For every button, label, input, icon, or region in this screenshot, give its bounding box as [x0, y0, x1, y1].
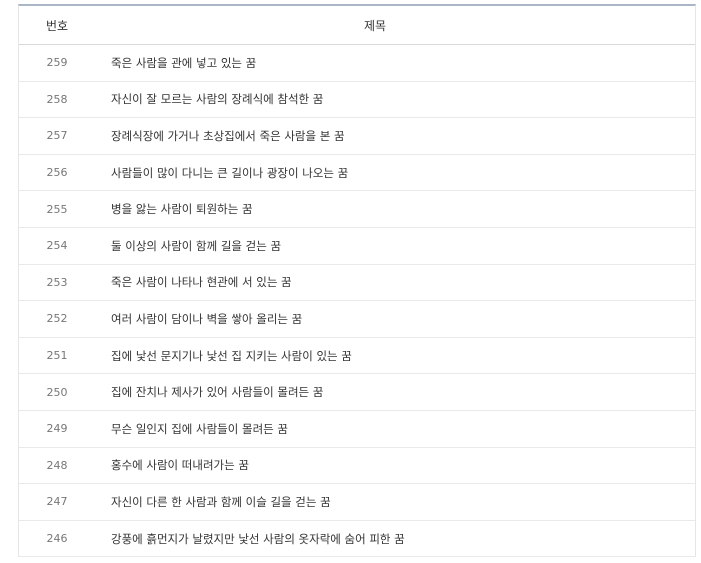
- table-row[interactable]: 247 자신이 다른 한 사람과 함께 이슬 길을 걷는 꿈: [19, 484, 695, 521]
- table-row[interactable]: 257 장례식장에 가거나 초상집에서 죽은 사람을 본 꿈: [19, 118, 695, 155]
- header-number: 번호: [45, 18, 69, 33]
- row-title-link[interactable]: 무슨 일인지 집에 사람들이 몰려든 꿈: [95, 421, 695, 437]
- row-number: 255: [46, 202, 68, 216]
- table-row[interactable]: 246 강풍에 흙먼지가 날렸지만 낯선 사람의 옷자락에 숨어 피한 꿈: [19, 521, 695, 558]
- row-number: 251: [46, 349, 68, 363]
- row-title-link[interactable]: 자신이 다른 한 사람과 함께 이슬 길을 걷는 꿈: [95, 494, 695, 510]
- row-title-link[interactable]: 강풍에 흙먼지가 날렸지만 낯선 사람의 옷자락에 숨어 피한 꿈: [95, 531, 695, 547]
- row-title-link[interactable]: 집에 낯선 문지기나 낯선 집 지키는 사람이 있는 꿈: [95, 348, 695, 364]
- table-header: 번호 제목: [19, 6, 695, 45]
- row-number: 249: [46, 422, 68, 436]
- row-number: 246: [46, 532, 68, 546]
- row-title-link[interactable]: 병을 앓는 사람이 퇴원하는 꿈: [95, 201, 695, 217]
- table-row[interactable]: 255 병을 앓는 사람이 퇴원하는 꿈: [19, 191, 695, 228]
- table-row[interactable]: 250 집에 잔치나 제사가 있어 사람들이 몰려든 꿈: [19, 374, 695, 411]
- header-title: 제목: [363, 18, 387, 33]
- table-row[interactable]: 248 홍수에 사람이 떠내려가는 꿈: [19, 448, 695, 485]
- row-number: 259: [46, 56, 68, 70]
- row-number: 253: [46, 275, 68, 289]
- table-row[interactable]: 258 자신이 잘 모르는 사람의 장례식에 참석한 꿈: [19, 82, 695, 119]
- row-number: 257: [46, 129, 68, 143]
- row-number: 248: [46, 458, 68, 472]
- row-number: 247: [46, 495, 68, 509]
- table-row[interactable]: 252 여러 사람이 담이나 벽을 쌓아 올리는 꿈: [19, 301, 695, 338]
- row-title-link[interactable]: 둘 이상의 사람이 함께 길을 걷는 꿈: [95, 238, 695, 254]
- table-row[interactable]: 256 사람들이 많이 다니는 큰 길이나 광장이 나오는 꿈: [19, 155, 695, 192]
- table-row[interactable]: 259 죽은 사람을 관에 넣고 있는 꿈: [19, 45, 695, 82]
- row-number: 256: [46, 166, 68, 180]
- row-title-link[interactable]: 집에 잔치나 제사가 있어 사람들이 몰려든 꿈: [95, 384, 695, 400]
- row-number: 252: [46, 312, 68, 326]
- row-title-link[interactable]: 장례식장에 가거나 초상집에서 죽은 사람을 본 꿈: [95, 128, 695, 144]
- row-number: 250: [46, 385, 68, 399]
- table-row[interactable]: 251 집에 낯선 문지기나 낯선 집 지키는 사람이 있는 꿈: [19, 338, 695, 375]
- row-title-link[interactable]: 자신이 잘 모르는 사람의 장례식에 참석한 꿈: [95, 91, 695, 107]
- row-title-link[interactable]: 죽은 사람이 나타나 현관에 서 있는 꿈: [95, 274, 695, 290]
- table-row[interactable]: 254 둘 이상의 사람이 함께 길을 걷는 꿈: [19, 228, 695, 265]
- row-title-link[interactable]: 여러 사람이 담이나 벽을 쌓아 올리는 꿈: [95, 311, 695, 327]
- row-title-link[interactable]: 홍수에 사람이 떠내려가는 꿈: [95, 457, 695, 473]
- row-title-link[interactable]: 죽은 사람을 관에 넣고 있는 꿈: [95, 55, 695, 71]
- table-row[interactable]: 253 죽은 사람이 나타나 현관에 서 있는 꿈: [19, 265, 695, 302]
- row-title-link[interactable]: 사람들이 많이 다니는 큰 길이나 광장이 나오는 꿈: [95, 165, 695, 181]
- table-body: 259 죽은 사람을 관에 넣고 있는 꿈 258 자신이 잘 모르는 사람의 장례식…: [19, 45, 695, 558]
- table-row[interactable]: 249 무슨 일인지 집에 사람들이 몰려든 꿈: [19, 411, 695, 448]
- row-number: 254: [46, 239, 68, 253]
- row-number: 258: [46, 92, 68, 106]
- post-list-table: 번호 제목 259 죽은 사람을 관에 넣고 있는 꿈 258 자신이 잘 모르는 사…: [18, 4, 696, 558]
